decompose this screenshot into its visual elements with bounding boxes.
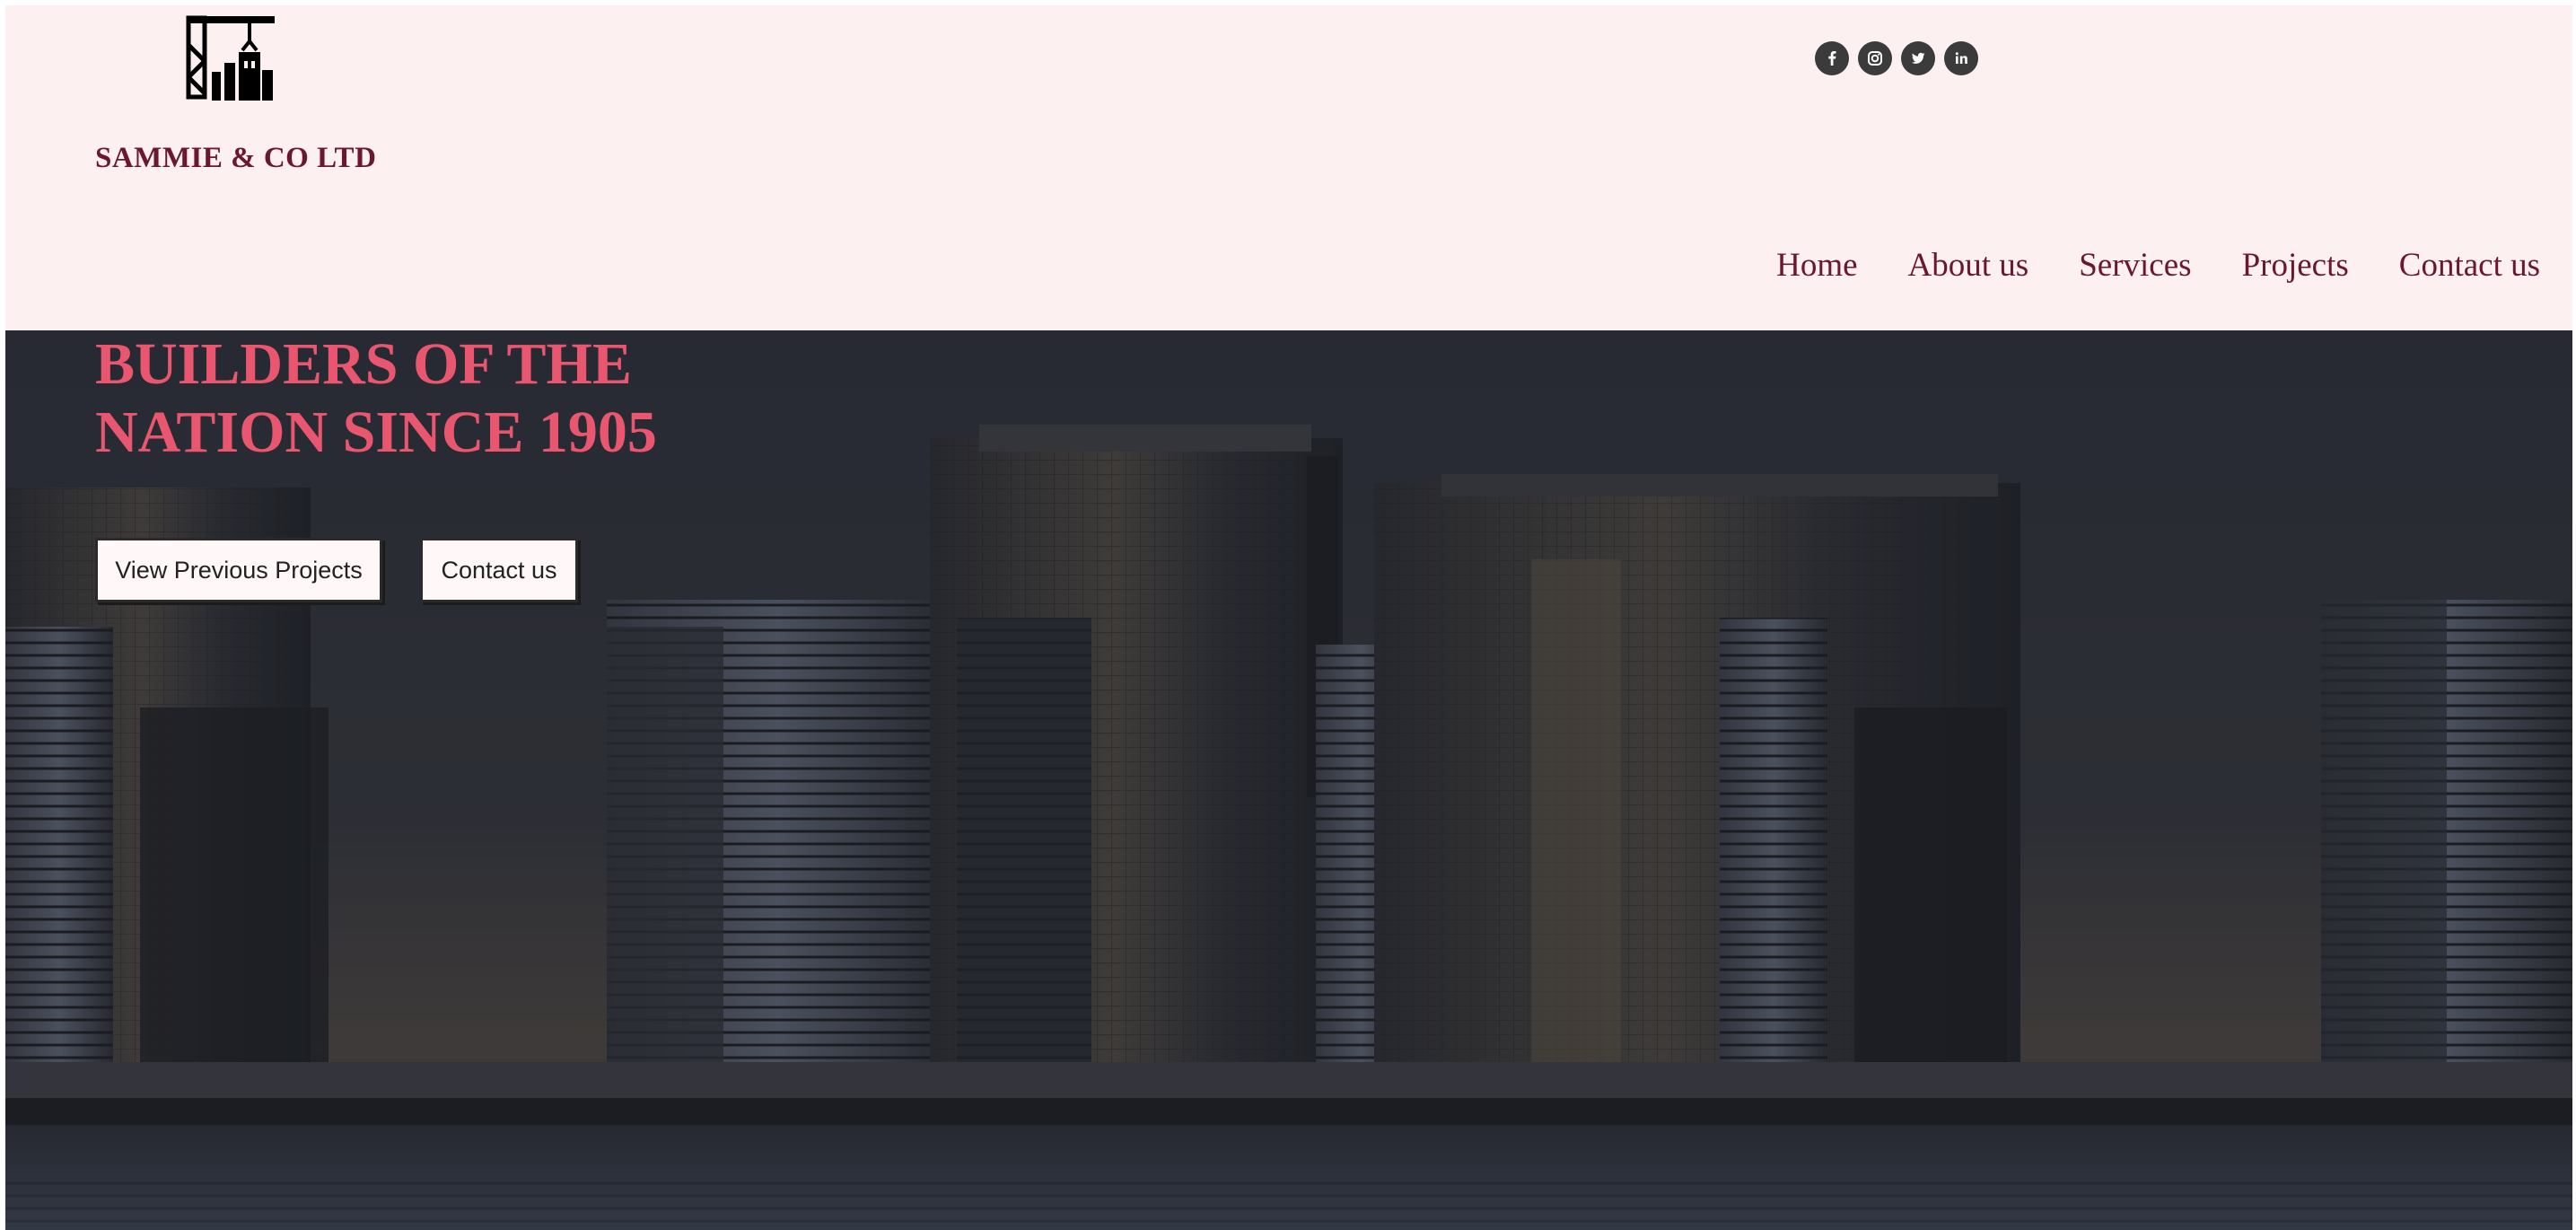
hero-title-line-2: NATION SINCE 1905 [95, 400, 657, 465]
instagram-icon[interactable] [1858, 41, 1892, 75]
hero-section: BUILDERS OF THE NATION SINCE 1905 View P… [5, 330, 2572, 1230]
facebook-icon[interactable] [1815, 41, 1849, 75]
hero-title: BUILDERS OF THE NATION SINCE 1905 [95, 330, 657, 467]
nav-item-contact-us[interactable]: Contact us [2399, 246, 2540, 285]
nav-item-services[interactable]: Services [2079, 246, 2191, 285]
main-nav: Home About us Services Projects Contact … [1776, 246, 2540, 285]
linkedin-icon[interactable] [1944, 41, 1978, 75]
twitter-icon[interactable] [1901, 41, 1935, 75]
site-header: SAMMIE & CO LTD Home About us Services P… [5, 5, 2572, 330]
crane-building-logo-icon[interactable] [185, 14, 275, 101]
nav-item-about-us[interactable]: About us [1908, 246, 2029, 285]
nav-item-projects[interactable]: Projects [2242, 246, 2349, 285]
page: SAMMIE & CO LTD Home About us Services P… [5, 5, 2572, 1230]
nav-item-home[interactable]: Home [1776, 246, 1857, 285]
view-previous-projects-button[interactable]: View Previous Projects [95, 538, 382, 602]
social-links [1815, 41, 1978, 75]
hero-title-line-1: BUILDERS OF THE [95, 331, 632, 397]
contact-us-button[interactable]: Contact us [420, 538, 578, 602]
brand-name: SAMMIE & CO LTD [95, 142, 377, 174]
